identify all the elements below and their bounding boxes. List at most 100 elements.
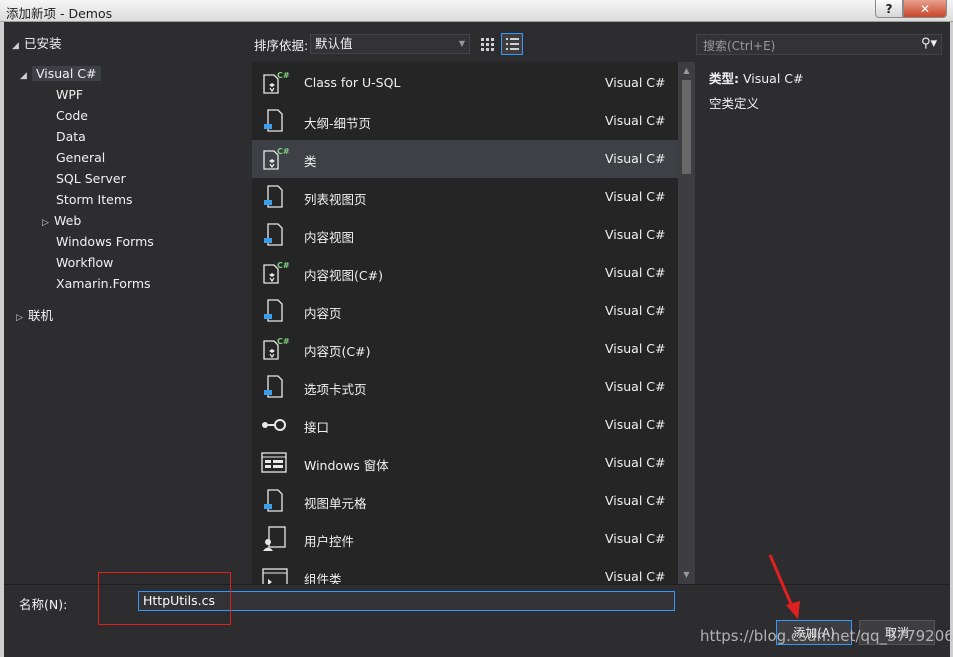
search-icon[interactable]: ⚲▾	[921, 36, 937, 51]
template-item[interactable]: 内容视图 Visual C#	[252, 216, 678, 254]
vertical-scrollbar[interactable]: ▲ ▼	[678, 62, 695, 584]
template-name: 内容视图	[304, 230, 355, 245]
tree-node-data[interactable]: Data	[56, 127, 86, 147]
template-language: Visual C#	[605, 113, 666, 128]
tree-node-code[interactable]: Code	[56, 106, 88, 126]
search-box[interactable]: 搜索(Ctrl+E) ⚲▾	[696, 34, 942, 55]
annotation-arrow-icon	[768, 554, 800, 619]
template-item[interactable]: 用户控件 Visual C#	[252, 520, 678, 558]
tree-node-label: 已安装	[24, 36, 62, 51]
template-name: 内容页(C#)	[304, 344, 371, 359]
tree-node-windows-forms[interactable]: Windows Forms	[56, 232, 154, 252]
scroll-down-arrow-icon[interactable]: ▼	[681, 570, 692, 580]
search-placeholder: 搜索(Ctrl+E)	[703, 39, 776, 53]
template-list: C# Class for U-SQL Visual C# 大纲-细节页 Visual C…	[252, 62, 695, 584]
template-name: 视图单元格	[304, 496, 367, 511]
list-view-icon	[506, 38, 519, 50]
template-name: 接口	[304, 420, 330, 435]
template-item[interactable]: 列表视图页 Visual C#	[252, 178, 678, 216]
interface-icon	[260, 411, 290, 439]
template-item[interactable]: C# 类 Visual C#	[252, 140, 678, 178]
template-item[interactable]: 内容页 Visual C#	[252, 292, 678, 330]
template-name: 列表视图页	[304, 192, 367, 207]
template-item[interactable]: C# Class for U-SQL Visual C#	[252, 64, 678, 102]
tree-node-label: 联机	[28, 308, 54, 323]
template-language: Visual C#	[605, 341, 666, 356]
template-language: Visual C#	[605, 75, 666, 90]
tree-node-general[interactable]: General	[56, 148, 105, 168]
template-item[interactable]: C# 内容视图(C#) Visual C#	[252, 254, 678, 292]
csharp-class-icon: C#	[260, 259, 290, 287]
tree-node-workflow[interactable]: Workflow	[56, 253, 113, 273]
list-view-button[interactable]	[501, 33, 523, 55]
template-name: Windows 窗体	[304, 458, 389, 473]
tree-node-online[interactable]: ▷ 联机	[16, 306, 53, 326]
tree-node-storm-items[interactable]: Storm Items	[56, 190, 133, 210]
template-name: 选项卡式页	[304, 382, 367, 397]
template-item[interactable]: C# 内容页(C#) Visual C#	[252, 330, 678, 368]
name-field[interactable]: HttpUtils.cs	[138, 591, 675, 611]
window-title: 添加新项 - Demos	[6, 6, 113, 21]
help-button[interactable]: ?	[875, 0, 903, 18]
template-item[interactable]: 选项卡式页 Visual C#	[252, 368, 678, 406]
tree-node-wpf[interactable]: WPF	[56, 85, 83, 105]
template-item[interactable]: 视图单元格 Visual C#	[252, 482, 678, 520]
scrollbar-thumb[interactable]	[682, 80, 691, 174]
type-value: Visual C#	[742, 71, 804, 86]
template-item[interactable]: Windows 窗体 Visual C#	[252, 444, 678, 482]
csharp-class-icon: C#	[260, 335, 290, 363]
template-type: 类型: Visual C#	[709, 68, 803, 87]
svg-text:C#: C#	[277, 71, 290, 80]
title-bar: 添加新项 - Demos ? ✕	[0, 0, 953, 22]
sort-label: 排序依据:	[254, 38, 309, 53]
expand-triangle-icon[interactable]: ▷	[16, 308, 28, 328]
expand-triangle-icon[interactable]: ▷	[42, 213, 54, 233]
template-language: Visual C#	[605, 417, 666, 432]
tree-node-xamarin-forms[interactable]: Xamarin.Forms	[56, 274, 151, 294]
tree-node-installed[interactable]: ◢ 已安装	[12, 34, 62, 54]
collapse-triangle-icon[interactable]: ◢	[12, 36, 24, 56]
template-item[interactable]: 组件类 Visual C#	[252, 558, 678, 584]
template-name: 类	[304, 154, 317, 169]
page-icon	[260, 373, 290, 401]
name-label: 名称(N):	[19, 597, 68, 612]
small-icons-view-button[interactable]	[476, 33, 498, 55]
template-language: Visual C#	[605, 531, 666, 546]
template-language: Visual C#	[605, 189, 666, 204]
template-item[interactable]: 大纲-细节页 Visual C#	[252, 102, 678, 140]
template-name: 内容页	[304, 306, 342, 321]
template-language: Visual C#	[605, 493, 666, 508]
page-icon	[260, 487, 290, 515]
bottom-panel: 名称(N): HttpUtils.cs 添加(A) 取消 https://blo…	[4, 554, 953, 657]
template-name: 用户控件	[304, 534, 355, 549]
user-control-icon	[260, 525, 290, 553]
sort-dropdown-value: 默认值	[315, 36, 353, 51]
tree-node-label: Visual C#	[32, 66, 101, 81]
tree-node-web[interactable]: ▷ Web	[42, 211, 81, 231]
tree-node-sql-server[interactable]: SQL Server	[56, 169, 126, 189]
template-language: Visual C#	[605, 227, 666, 242]
template-name: 大纲-细节页	[304, 116, 372, 131]
tree-node-visual-csharp[interactable]: ◢ Visual C#	[20, 64, 101, 84]
grid-view-icon	[481, 38, 494, 51]
template-language: Visual C#	[605, 379, 666, 394]
template-language: Visual C#	[605, 303, 666, 318]
watermark-text: https://blog.csdn.net/qq_37792061	[700, 627, 953, 645]
scroll-up-arrow-icon[interactable]: ▲	[681, 66, 692, 76]
svg-text:C#: C#	[277, 337, 290, 346]
dropdown-arrow-icon: ▼	[458, 39, 465, 48]
csharp-class-icon: C#	[260, 69, 290, 97]
sort-dropdown[interactable]: 默认值 ▼	[310, 34, 470, 54]
collapse-triangle-icon[interactable]: ◢	[20, 66, 32, 86]
svg-text:C#: C#	[277, 261, 290, 270]
page-icon	[260, 221, 290, 249]
close-button[interactable]: ✕	[903, 0, 947, 18]
page-icon	[260, 107, 290, 135]
template-name: 内容视图(C#)	[304, 268, 383, 283]
template-language: Visual C#	[605, 569, 666, 584]
template-name: 组件类	[304, 572, 342, 584]
csharp-class-icon: C#	[260, 145, 290, 173]
template-item[interactable]: 接口 Visual C#	[252, 406, 678, 444]
template-name: Class for U-SQL	[304, 75, 401, 90]
dialog-client-area: ◢ 已安装 ◢ Visual C# WPF Code Data General SQ…	[4, 22, 953, 657]
